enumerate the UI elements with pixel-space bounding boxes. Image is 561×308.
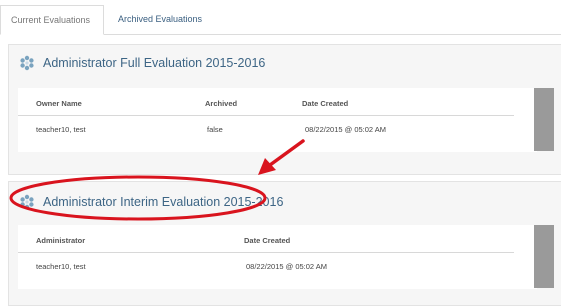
- column-header-archived: Archived: [205, 99, 238, 108]
- cell-administrator: teacher10, test: [36, 262, 86, 271]
- tab-archived-evaluations[interactable]: Archived Evaluations: [108, 5, 212, 34]
- snowflake-icon: [20, 55, 34, 71]
- panel-header: Administrator Interim Evaluation 2015-20…: [19, 194, 283, 210]
- header-divider: [18, 252, 514, 253]
- cell-date-created: 08/22/2015 @ 05:02 AM: [246, 262, 328, 271]
- cell-date-created: 08/22/2015 @ 05:02 AM: [305, 125, 387, 134]
- evaluation-table: Owner Name Archived Date Created teacher…: [18, 88, 537, 152]
- evaluation-title[interactable]: Administrator Full Evaluation 2015-2016: [43, 56, 265, 70]
- evaluation-panel-full: Administrator Full Evaluation 2015-2016 …: [8, 44, 561, 175]
- panel-header: Administrator Full Evaluation 2015-2016: [19, 55, 265, 71]
- scrollbar-thumb[interactable]: [534, 88, 554, 151]
- header-divider: [18, 115, 514, 116]
- column-header-date-created: Date Created: [302, 99, 349, 108]
- evaluation-tabs: Current Evaluations Archived Evaluations: [0, 0, 561, 35]
- column-header-administrator: Administrator: [36, 236, 86, 245]
- evaluation-title[interactable]: Administrator Interim Evaluation 2015-20…: [43, 195, 283, 209]
- cell-owner-name: teacher10, test: [36, 125, 86, 134]
- cell-archived: false: [207, 125, 223, 134]
- evaluation-table: Administrator Date Created teacher10, te…: [18, 225, 537, 289]
- evaluation-panel-interim: Administrator Interim Evaluation 2015-20…: [8, 181, 561, 306]
- column-header-date-created: Date Created: [244, 236, 291, 245]
- scrollbar-thumb[interactable]: [534, 225, 554, 288]
- column-header-owner-name: Owner Name: [36, 99, 82, 108]
- tab-current-evaluations[interactable]: Current Evaluations: [0, 5, 104, 35]
- snowflake-icon: [20, 194, 34, 210]
